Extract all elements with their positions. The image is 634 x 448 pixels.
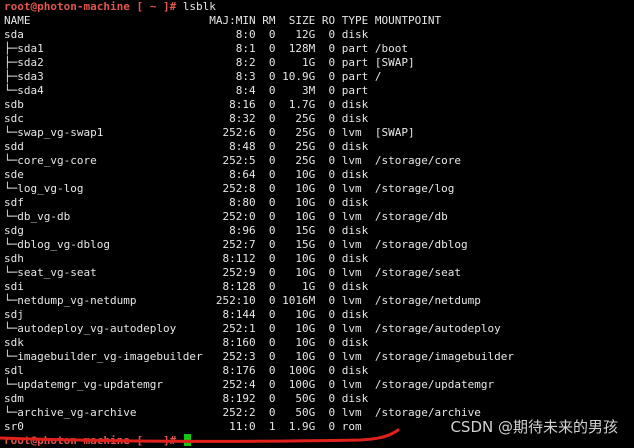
lsblk-row: sdd 8:48 0 25G 0 disk xyxy=(4,140,375,153)
lsblk-row: sdm 8:192 0 50G 0 disk xyxy=(4,392,375,405)
lsblk-row: sdk 8:160 0 10G 0 disk xyxy=(4,336,375,349)
lsblk-row: sde 8:64 0 10G 0 disk xyxy=(4,168,375,181)
lsblk-rows: sda 8:0 0 12G 0 disk ├─sda1 8:1 0 128M 0… xyxy=(4,28,632,434)
lsblk-row: sdf 8:80 0 10G 0 disk xyxy=(4,196,375,209)
lsblk-row: sdl 8:176 0 100G 0 disk xyxy=(4,364,375,377)
lsblk-row: └─db_vg-db 252:0 0 10G 0 lvm /storage/db xyxy=(4,210,448,223)
final-shell-prompt: root@photon-machine [ ~ ]# xyxy=(4,434,177,447)
lsblk-row: └─log_vg-log 252:8 0 10G 0 lvm /storage/… xyxy=(4,182,455,195)
csdn-watermark: CSDN @期待未来的男孩 xyxy=(450,418,618,436)
lsblk-row: └─netdump_vg-netdump 252:10 0 1016M 0 lv… xyxy=(4,294,481,307)
lsblk-row: └─sda4 8:4 0 3M 0 part xyxy=(4,84,375,97)
terminal-output[interactable]: root@photon-machine [ ~ ]# lsblk NAME MA… xyxy=(4,0,632,448)
command-text: lsblk xyxy=(176,0,216,13)
lsblk-row: └─swap_vg-swap1 252:6 0 25G 0 lvm [SWAP] xyxy=(4,126,415,139)
lsblk-row: └─core_vg-core 252:5 0 25G 0 lvm /storag… xyxy=(4,154,461,167)
lsblk-row: ├─sda3 8:3 0 10.9G 0 part / xyxy=(4,70,382,83)
lsblk-row: sdh 8:112 0 10G 0 disk xyxy=(4,252,375,265)
lsblk-row: └─dblog_vg-dblog 252:7 0 15G 0 lvm /stor… xyxy=(4,238,468,251)
lsblk-row: sdg 8:96 0 15G 0 disk xyxy=(4,224,375,237)
lsblk-row: └─autodeploy_vg-autodeploy 252:1 0 10G 0… xyxy=(4,322,501,335)
lsblk-row: sdi 8:128 0 1G 0 disk xyxy=(4,280,375,293)
lsblk-row: └─imagebuilder_vg-imagebuilder 252:3 0 1… xyxy=(4,350,514,363)
lsblk-row: sdb 8:16 0 1.7G 0 disk xyxy=(4,98,375,111)
lsblk-row: sda 8:0 0 12G 0 disk xyxy=(4,28,375,41)
lsblk-row: sdj 8:144 0 10G 0 disk xyxy=(4,308,375,321)
lsblk-header: NAME MAJ:MIN RM SIZE RO TYPE MOUNTPOINT xyxy=(4,14,442,27)
lsblk-row: └─seat_vg-seat 252:9 0 10G 0 lvm /storag… xyxy=(4,266,461,279)
lsblk-row: └─updatemgr_vg-updatemgr 252:4 0 100G 0 … xyxy=(4,378,495,391)
command-line: root@photon-machine [ ~ ]# lsblk xyxy=(4,0,632,14)
lsblk-row: ├─sda2 8:2 0 1G 0 part [SWAP] xyxy=(4,56,415,69)
shell-prompt: root@photon-machine [ ~ ]# xyxy=(4,0,177,13)
cursor-block xyxy=(183,434,191,446)
lsblk-row: sdc 8:32 0 25G 0 disk xyxy=(4,112,375,125)
lsblk-row: ├─sda1 8:1 0 128M 0 part /boot xyxy=(4,42,408,55)
